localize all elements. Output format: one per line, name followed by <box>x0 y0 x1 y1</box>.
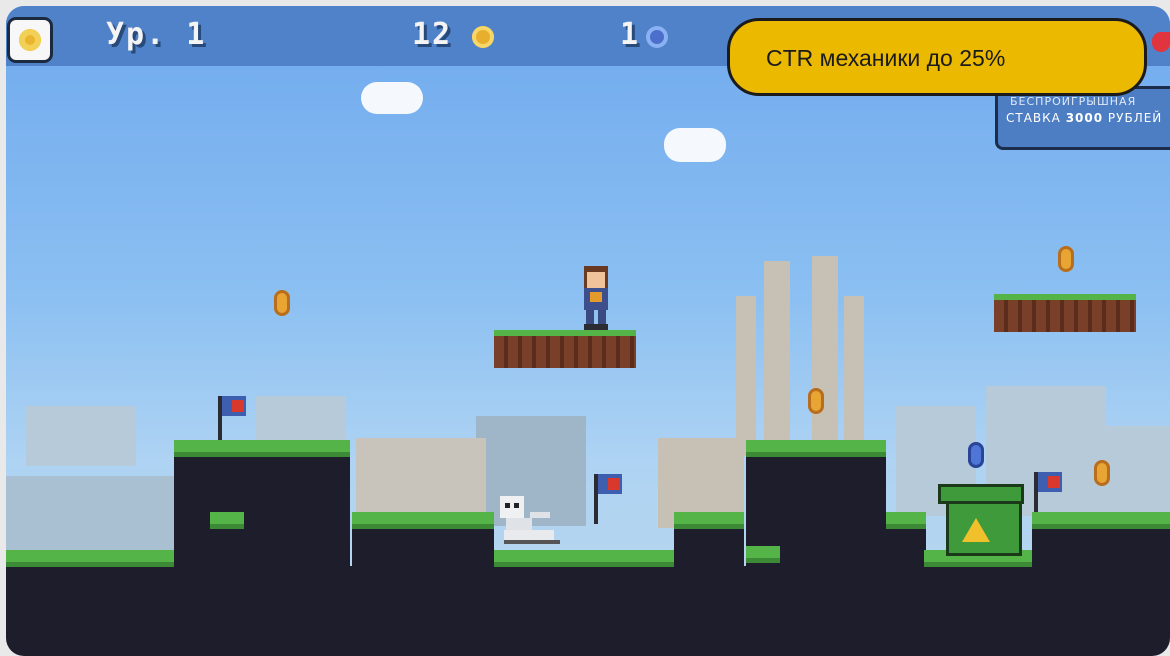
cathedral-spire <box>736 296 756 456</box>
ground-platform <box>494 550 674 567</box>
promo-banner-line1: БЕСПРОИГРЫШНАЯ <box>1010 95 1137 108</box>
player-character[interactable] <box>576 262 616 332</box>
warning-icon <box>962 518 990 542</box>
level-indicator: Ур. 1 <box>106 17 207 52</box>
floating-platform <box>994 300 1136 332</box>
cloud <box>664 128 726 162</box>
warp-pipe-rim <box>938 484 1024 504</box>
ground <box>6 566 1170 656</box>
background-building <box>6 476 176 556</box>
gem-icon <box>646 26 668 48</box>
checkpoint-flag <box>594 474 622 524</box>
gem-counter: 1 <box>620 17 641 52</box>
ground <box>674 524 744 574</box>
checkpoint-flag <box>218 396 246 440</box>
ground <box>886 524 926 574</box>
checkpoint-flag <box>1034 472 1062 512</box>
ground-platform <box>210 512 244 529</box>
skeleton-enemy[interactable] <box>496 492 560 548</box>
floating-platform-grass <box>994 294 1136 300</box>
coin-pickup <box>274 290 290 316</box>
gem-pickup <box>968 442 984 468</box>
coin-pickup <box>1058 246 1074 272</box>
gear-icon[interactable] <box>10 20 50 60</box>
ground-platform <box>1032 512 1170 529</box>
coin-icon <box>472 26 494 48</box>
cathedral-spire <box>844 296 864 456</box>
ground-platform <box>174 440 350 457</box>
ground-platform <box>886 512 926 529</box>
cathedral-spire <box>764 261 790 456</box>
annotation-callout: CTR механики до 25% <box>727 18 1147 96</box>
ground <box>1032 524 1170 574</box>
ground <box>352 524 494 574</box>
cathedral-spire <box>812 256 838 456</box>
heart-icon <box>1152 32 1170 52</box>
ground-platform <box>746 440 886 457</box>
game-viewport: Ур. 1 12 1 БЕСПРОИГРЫШНАЯ СТАВКА 3000 РУ… <box>6 6 1170 656</box>
coin-counter: 12 <box>412 17 453 52</box>
colosseum-building <box>356 438 486 518</box>
ground-platform <box>352 512 494 529</box>
background-building <box>26 406 136 466</box>
ground-platform <box>674 512 744 529</box>
cloud <box>361 82 423 114</box>
ground-platform <box>746 546 780 563</box>
ground <box>174 452 350 572</box>
callout-text: CTR механики до 25% <box>766 45 1006 71</box>
ground-platform <box>6 550 174 567</box>
promo-banner-line2: СТАВКА 3000 РУБЛЕЙ <box>1006 111 1163 125</box>
coin-pickup <box>808 388 824 414</box>
coin-pickup <box>1094 460 1110 486</box>
floating-platform <box>494 336 636 368</box>
